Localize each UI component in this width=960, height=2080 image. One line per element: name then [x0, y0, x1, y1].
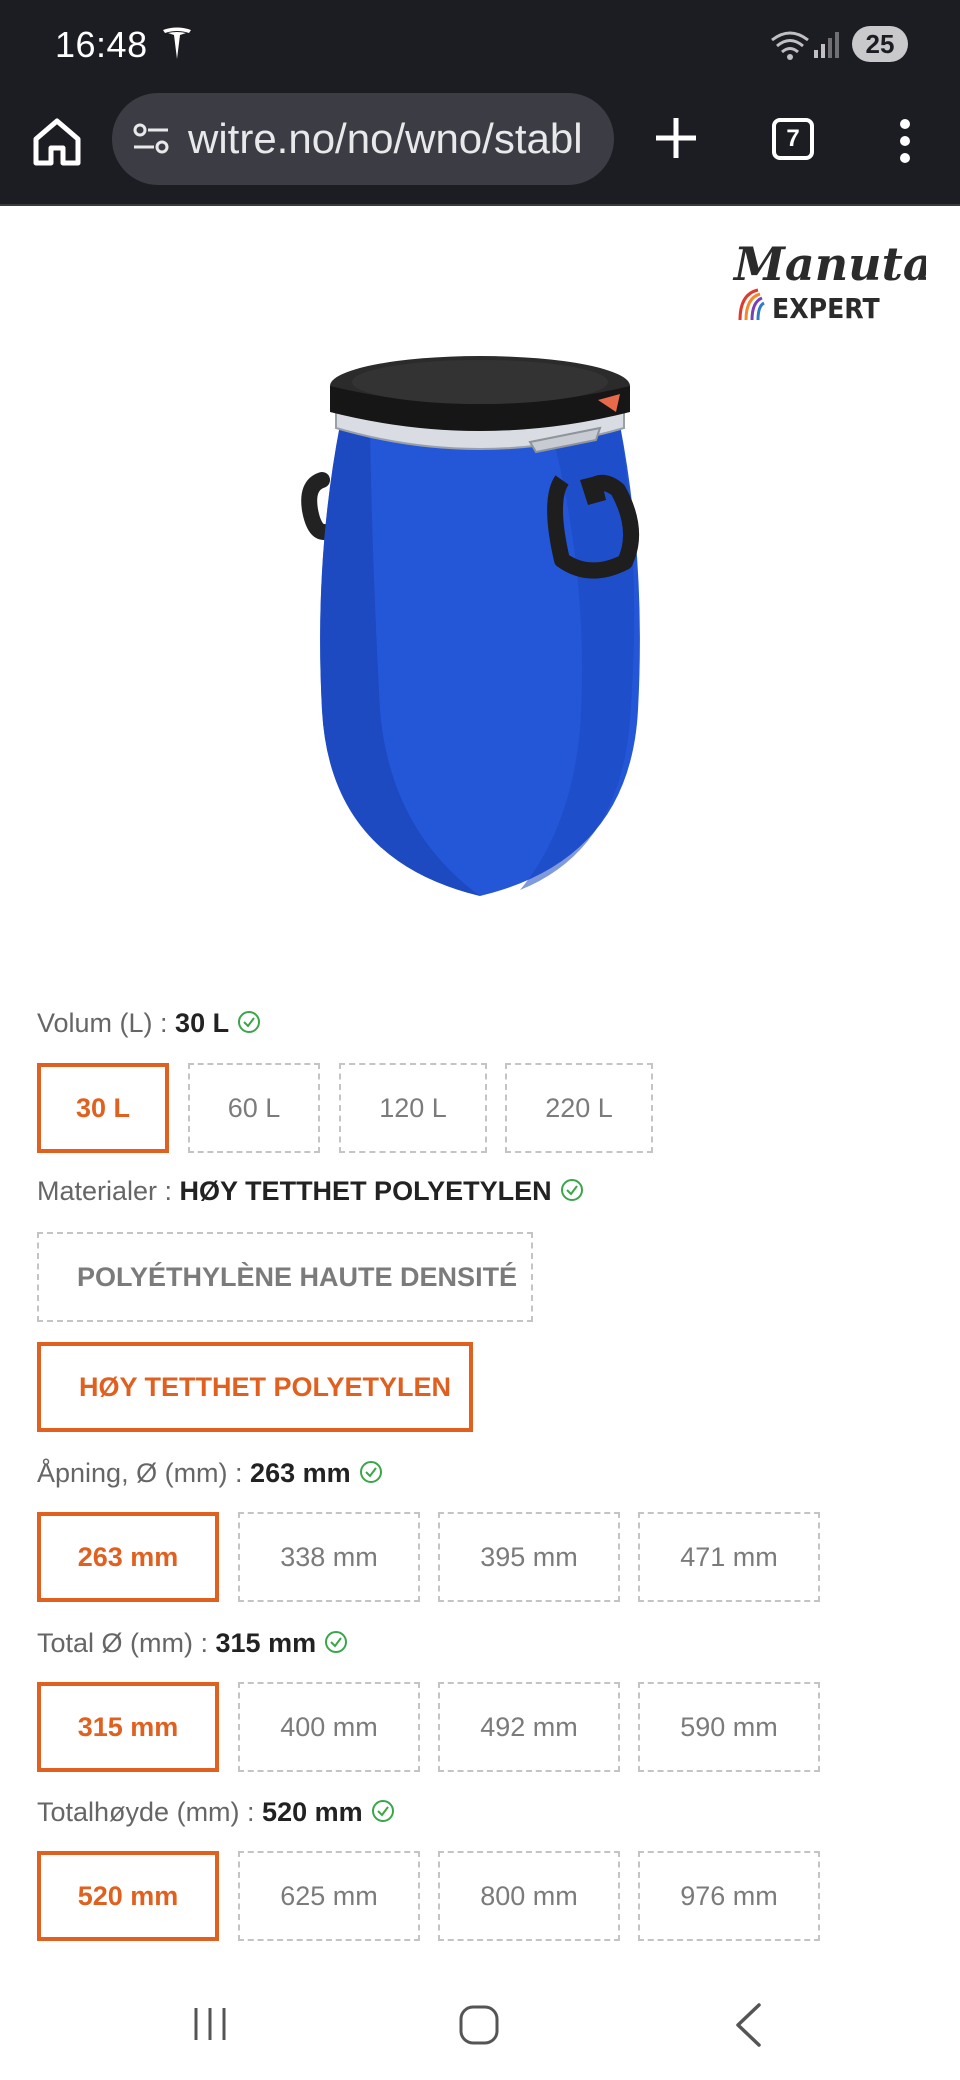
opening-value: 263 mm	[250, 1458, 351, 1488]
nav-home-icon[interactable]	[458, 2004, 500, 2046]
material-label-text: Materialer :	[37, 1176, 180, 1206]
check-icon	[359, 1461, 382, 1483]
total-height-option-976[interactable]: 976 mm	[638, 1851, 820, 1941]
total-diameter-label: Total Ø (mm) : 315 mm	[37, 1628, 348, 1659]
battery-badge: 25	[852, 26, 908, 62]
material-label: Materialer : HØY TETTHET POLYETYLEN	[37, 1176, 584, 1207]
opening-label-text: Åpning, Ø (mm) :	[37, 1458, 251, 1488]
opening-label: Åpning, Ø (mm) : 263 mm	[37, 1458, 383, 1489]
volume-option-220[interactable]: 220 L	[505, 1063, 653, 1153]
total-height-value: 520 mm	[262, 1797, 363, 1827]
more-menu-icon[interactable]	[885, 116, 925, 166]
system-nav-bar	[0, 1968, 960, 2080]
opening-option-395[interactable]: 395 mm	[438, 1512, 620, 1602]
total-diameter-option-492[interactable]: 492 mm	[438, 1682, 620, 1772]
total-height-option-625[interactable]: 625 mm	[238, 1851, 420, 1941]
check-icon	[560, 1179, 583, 1201]
total-height-option-520[interactable]: 520 mm	[37, 1851, 219, 1941]
logo-text: Manutan	[732, 237, 926, 291]
manutan-expert-logo: Manutan EXPERT	[732, 237, 926, 325]
material-option-fr[interactable]: POLYÉTHYLÈNE HAUTE DENSITÉ	[37, 1232, 533, 1322]
total-diameter-option-315[interactable]: 315 mm	[37, 1682, 219, 1772]
volume-value: 30 L	[175, 1008, 230, 1038]
recents-icon[interactable]	[190, 2006, 230, 2042]
total-diameter-label-text: Total Ø (mm) :	[37, 1628, 216, 1658]
back-icon[interactable]	[733, 2002, 763, 2048]
tesla-icon	[163, 27, 191, 59]
status-bar: 16:48 25	[0, 0, 960, 88]
volume-option-120[interactable]: 120 L	[339, 1063, 487, 1153]
home-button[interactable]	[30, 115, 84, 169]
opening-option-338[interactable]: 338 mm	[238, 1512, 420, 1602]
volume-option-30[interactable]: 30 L	[37, 1063, 169, 1153]
status-time: 16:48	[55, 24, 148, 65]
browser-toolbar: witre.no/no/wno/stabl 7	[0, 88, 960, 206]
check-icon	[325, 1631, 348, 1653]
check-icon	[238, 1011, 261, 1033]
material-option-no[interactable]: HØY TETTHET POLYETYLEN	[37, 1342, 473, 1432]
total-diameter-value: 315 mm	[215, 1628, 317, 1658]
url-text[interactable]: witre.no/no/wno/stabl	[188, 115, 583, 163]
opening-option-263[interactable]: 263 mm	[37, 1512, 219, 1602]
volume-label-text: Volum (L) :	[37, 1008, 176, 1038]
volume-label: Volum (L) : 30 L	[37, 1008, 261, 1039]
address-bar[interactable]: witre.no/no/wno/stabl	[112, 93, 614, 185]
total-height-label-text: Totalhøyde (mm) :	[37, 1797, 263, 1827]
check-icon	[371, 1800, 394, 1822]
logo-subtext: EXPERT	[772, 292, 880, 325]
product-image-barrel	[301, 356, 640, 896]
wifi-icon	[771, 31, 809, 60]
opening-option-471[interactable]: 471 mm	[638, 1512, 820, 1602]
material-value: HØY TETTHET POLYETYLEN	[179, 1176, 552, 1206]
volume-option-60[interactable]: 60 L	[188, 1063, 320, 1153]
tab-switcher-button[interactable]: 7	[772, 118, 814, 160]
signal-icon	[814, 32, 839, 58]
total-height-option-800[interactable]: 800 mm	[438, 1851, 620, 1941]
total-diameter-option-400[interactable]: 400 mm	[238, 1682, 420, 1772]
total-height-label: Totalhøyde (mm) : 520 mm	[37, 1797, 395, 1828]
total-diameter-option-590[interactable]: 590 mm	[638, 1682, 820, 1772]
site-settings-icon[interactable]	[132, 121, 170, 157]
new-tab-button[interactable]	[650, 112, 702, 164]
